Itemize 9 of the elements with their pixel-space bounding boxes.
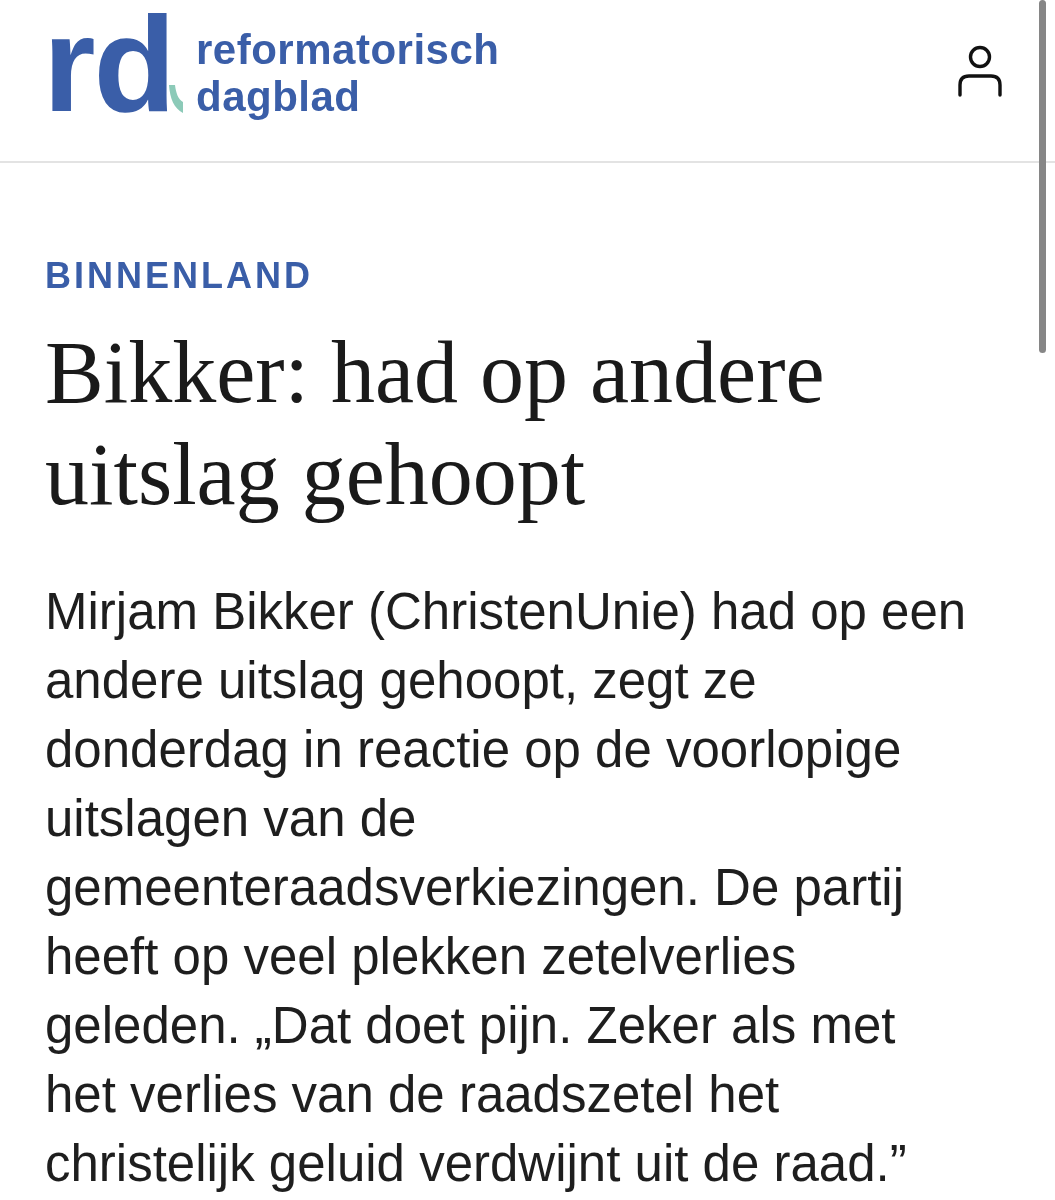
article-headline: Bikker: had op andere uitslag gehoopt: [45, 323, 826, 525]
logo-mark[interactable]: rd: [43, 15, 174, 115]
scrollbar-thumb[interactable]: [1039, 0, 1046, 353]
logo-wordmark[interactable]: reformatorisch dagblad: [196, 26, 500, 120]
user-icon: [957, 45, 1003, 97]
logo-accent-icon: [169, 85, 183, 113]
category-label[interactable]: BINNENLAND: [45, 258, 313, 294]
account-button[interactable]: [957, 45, 1003, 97]
article-paragraph: Mirjam Bikker (ChristenUnie) had op een andere uitslag gehoopt, zegt ze donderdag in reactie op de voorlopige uitslagen van de gemeenteraadsverkiezingen. De partij heeft op veel plekken zetelverlies geleden. „Dat doet pijn. Zeker als met het verlies van de raadszetel het christelijk geluid verdwijnt uit de raad.”: [45, 582, 968, 1194]
